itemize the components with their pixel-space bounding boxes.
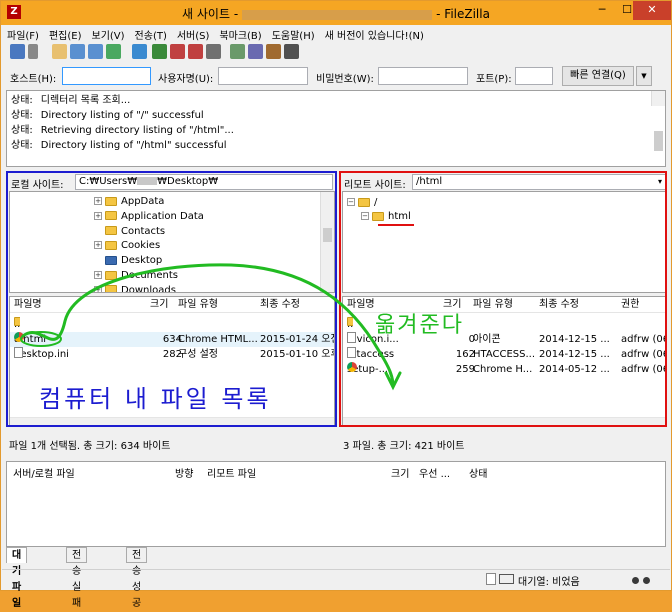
filezilla-window: Z 새 사이트 -- FileZilla ─ ☐ ✕ 파일(F) 편집(E) 보기(…: [0, 0, 672, 609]
local-files-caption: 컴퓨터 내 파일 목록: [39, 385, 272, 413]
transfer-arrow-annotation: [20, 263, 402, 391]
move-caption: 옮겨준다: [375, 313, 464, 338]
